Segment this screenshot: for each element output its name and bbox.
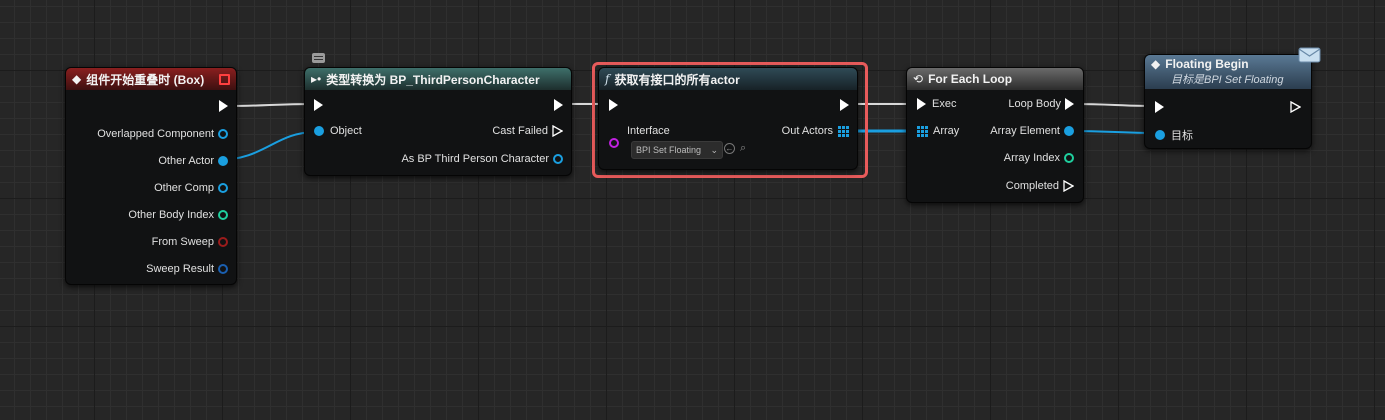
node-header[interactable]: ◆ Floating Begin 目标是BPI Set Floating: [1145, 55, 1311, 89]
pin-row-completed[interactable]: Completed: [1006, 180, 1074, 192]
exec-out-pin[interactable]: [1065, 98, 1074, 110]
event-diamond-icon: ◆: [72, 72, 82, 86]
exec-out-pin-row[interactable]: [840, 99, 849, 111]
pin-label: Loop Body: [1008, 98, 1061, 110]
pin-row-other-actor[interactable]: Other Actor: [158, 155, 228, 167]
object-pin-icon[interactable]: [553, 154, 563, 164]
pin-row-sweep-result[interactable]: Sweep Result: [146, 263, 228, 275]
integer-pin-icon[interactable]: [218, 210, 228, 220]
cast-node[interactable]: ▸• 类型转换为 BP_ThirdPersonCharacter Object …: [304, 67, 572, 176]
interface-pin-icon[interactable]: [609, 138, 619, 148]
exec-out-outline-pin[interactable]: [1063, 180, 1074, 192]
pin-row-loop-body[interactable]: Loop Body: [1008, 98, 1074, 110]
exec-in-pin[interactable]: [314, 99, 323, 111]
node-header[interactable]: ▸• 类型转换为 BP_ThirdPersonCharacter: [305, 68, 571, 90]
object-pin-icon[interactable]: [1155, 130, 1165, 140]
bool-pin-icon[interactable]: [218, 237, 228, 247]
node-title: 类型转换为 BP_ThirdPersonCharacter: [326, 72, 540, 87]
floating-begin-message-node[interactable]: ◆ Floating Begin 目标是BPI Set Floating 目标: [1144, 54, 1312, 149]
exec-in-pin-row[interactable]: [609, 99, 618, 111]
exec-out-pin-row[interactable]: [1290, 101, 1301, 113]
pin-label: Sweep Result: [146, 263, 214, 275]
exec-in-pin-row[interactable]: [1155, 101, 1164, 113]
use-selected-asset-icon[interactable]: ←: [724, 143, 735, 154]
pin-row-overlapped-component[interactable]: Overlapped Component: [97, 128, 228, 140]
delegate-pin-icon[interactable]: [219, 74, 230, 85]
pin-row-cast-failed[interactable]: Cast Failed: [492, 125, 563, 137]
exec-out-pin-row[interactable]: [554, 99, 563, 111]
exec-out-pin[interactable]: [840, 99, 849, 111]
exec-in-pin-row[interactable]: [314, 99, 323, 111]
pin-label: Other Body Index: [128, 209, 214, 221]
node-title: 获取有接口的所有actor: [614, 72, 740, 87]
pin-label: Other Comp: [154, 182, 214, 194]
node-subtitle: 目标是BPI Set Floating: [1171, 74, 1284, 86]
pin-label: As BP Third Person Character: [401, 153, 549, 165]
chevron-down-icon: ⌄: [710, 144, 718, 155]
pin-label: Array Index: [1003, 152, 1060, 164]
interface-class-dropdown[interactable]: BPI Set Floating ⌄: [631, 141, 723, 159]
pin-label: 目标: [1171, 130, 1193, 142]
exec-in-pin[interactable]: [1155, 101, 1164, 113]
object-pin-icon[interactable]: [218, 156, 228, 166]
struct-pin-icon[interactable]: [218, 264, 228, 274]
pin-row-as-bp[interactable]: As BP Third Person Character: [401, 153, 563, 165]
pin-label: Interface: [627, 125, 670, 137]
node-title: Floating Begin: [1165, 57, 1249, 71]
pin-row-out-actors[interactable]: Out Actors: [782, 125, 849, 137]
node-title: 组件开始重叠时 (Box): [86, 72, 205, 87]
exec-wire-overlap-to-cast: [227, 103, 315, 107]
node-title: For Each Loop: [928, 72, 1013, 86]
node-header[interactable]: f 获取有接口的所有actor: [599, 68, 857, 90]
object-pin-icon[interactable]: [218, 183, 228, 193]
pin-label: Object: [330, 125, 362, 137]
node-header[interactable]: ◆ 组件开始重叠时 (Box): [66, 68, 236, 90]
event-diamond-icon: ◆: [1151, 57, 1161, 71]
exec-out-outline-pin[interactable]: [1290, 101, 1301, 113]
pin-label: Other Actor: [158, 155, 214, 167]
pin-label: Cast Failed: [492, 125, 548, 137]
integer-pin-icon[interactable]: [1064, 153, 1074, 163]
event-node-begin-overlap[interactable]: ◆ 组件开始重叠时 (Box) Overlapped Component Oth…: [65, 67, 237, 285]
pin-row-array[interactable]: Array: [917, 125, 959, 137]
cast-icon: ▸•: [311, 72, 322, 86]
pin-row-other-body-index[interactable]: Other Body Index: [128, 209, 228, 221]
pin-label: Array Element: [990, 125, 1060, 137]
pin-label: Out Actors: [781, 125, 833, 137]
dropdown-value: BPI Set Floating: [636, 145, 702, 155]
exec-in-pin[interactable]: [917, 98, 926, 110]
get-all-actors-with-interface-node[interactable]: f 获取有接口的所有actor Interface BPI Set Floati…: [598, 67, 858, 170]
pin-row-array-index[interactable]: Array Index: [1004, 152, 1074, 164]
node-header[interactable]: ⟲ For Each Loop: [907, 68, 1083, 90]
loop-icon: ⟲: [913, 72, 924, 86]
exec-out-pin[interactable]: [219, 100, 228, 112]
array-pin-icon[interactable]: [917, 125, 928, 137]
pin-label: Array: [933, 125, 960, 137]
array-pin-icon[interactable]: [838, 125, 849, 137]
exec-out-pin[interactable]: [554, 99, 563, 111]
exec-out-pin-row[interactable]: [188, 100, 228, 112]
pin-row-other-comp[interactable]: Other Comp: [154, 182, 228, 194]
object-pin-icon[interactable]: [314, 126, 324, 136]
exec-out-outline-pin[interactable]: [552, 125, 563, 137]
pin-label: From Sweep: [151, 236, 214, 248]
pin-row-array-element[interactable]: Array Element: [990, 125, 1074, 137]
pin-row-from-sweep[interactable]: From Sweep: [152, 236, 228, 248]
function-icon: f: [605, 72, 610, 86]
pin-label: Completed: [1005, 180, 1059, 192]
pin-row-target[interactable]: 目标: [1155, 127, 1193, 143]
pin-label: Exec: [932, 98, 957, 110]
object-pin-icon[interactable]: [218, 129, 228, 139]
pin-row-exec[interactable]: Exec: [917, 98, 956, 110]
pin-row-object[interactable]: Object: [314, 125, 362, 137]
pin-row-interface-label: Interface: [627, 125, 670, 137]
pin-label: Overlapped Component: [97, 128, 214, 140]
object-pin-icon[interactable]: [1064, 126, 1074, 136]
browse-search-icon[interactable]: ⌕: [740, 142, 746, 155]
message-envelope-icon: [1298, 47, 1321, 63]
comment-bubble-icon[interactable]: [312, 53, 325, 63]
for-each-loop-node[interactable]: ⟲ For Each Loop Exec Loop Body Array Arr…: [906, 67, 1084, 203]
exec-in-pin[interactable]: [609, 99, 618, 111]
